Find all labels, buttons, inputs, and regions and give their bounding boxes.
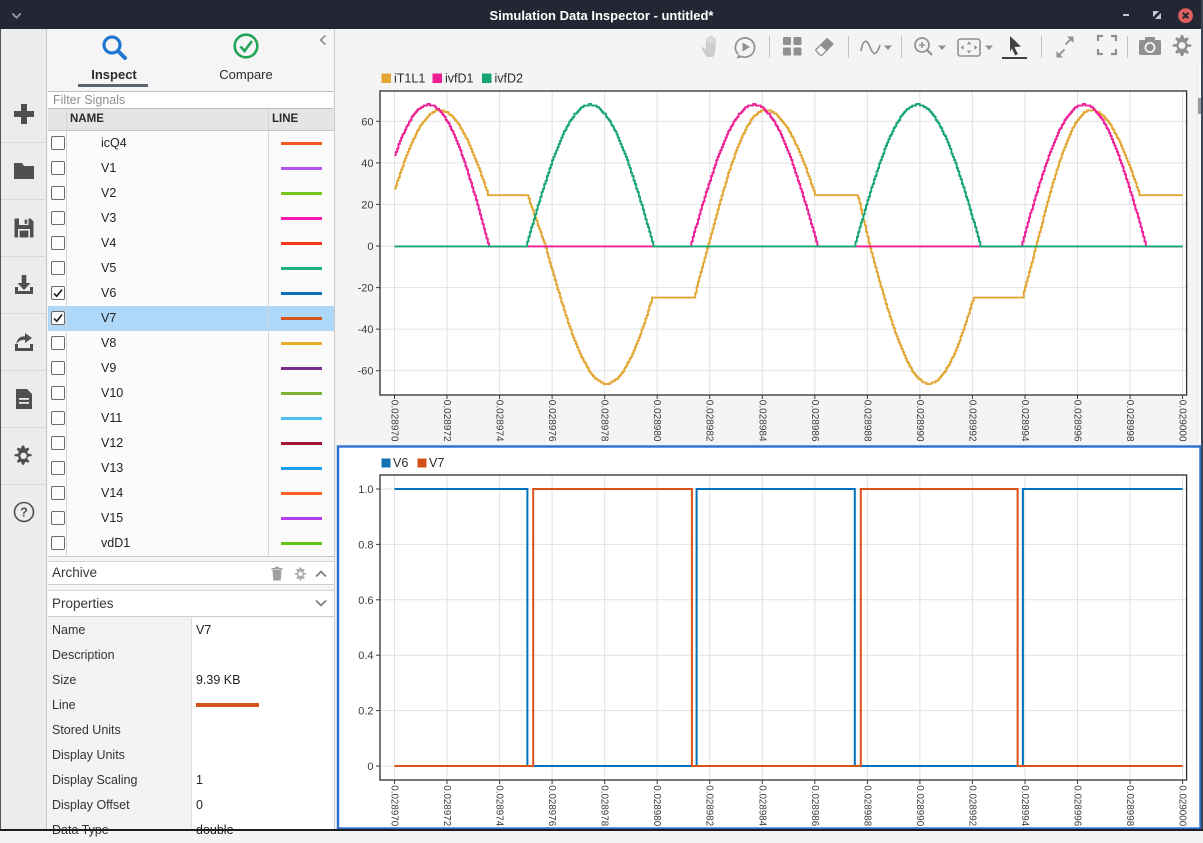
svg-text:0.028986: 0.028986: [809, 785, 820, 826]
svg-text:0.028972: 0.028972: [441, 785, 452, 826]
svg-text:0.028986: 0.028986: [809, 400, 820, 442]
svg-text:0.028994: 0.028994: [1019, 400, 1030, 442]
svg-text:0.028984: 0.028984: [756, 785, 767, 826]
svg-text:0: 0: [367, 761, 373, 773]
svg-text:1.0: 1.0: [358, 484, 373, 496]
svg-text:?: ?: [20, 505, 28, 519]
svg-text:0.029000: 0.029000: [1177, 400, 1188, 442]
svg-text:0.028996: 0.028996: [1072, 400, 1083, 442]
svg-text:0.028982: 0.028982: [704, 785, 715, 826]
svg-text:0.2: 0.2: [358, 706, 373, 718]
svg-text:0.028970: 0.028970: [389, 785, 400, 826]
svg-text:0.6: 0.6: [358, 595, 373, 607]
svg-text:ivfD2: ivfD2: [495, 72, 524, 86]
svg-text:0.028972: 0.028972: [441, 400, 452, 442]
svg-text:0.028992: 0.028992: [966, 400, 977, 442]
svg-text:0.028976: 0.028976: [546, 785, 557, 826]
svg-text:20: 20: [361, 199, 373, 211]
svg-text:0.028988: 0.028988: [861, 785, 872, 826]
svg-text:0.028978: 0.028978: [599, 785, 610, 826]
svg-text:0.028974: 0.028974: [494, 785, 505, 826]
svg-text:V6: V6: [393, 456, 408, 470]
svg-text:0.028998: 0.028998: [1124, 785, 1135, 826]
svg-text:0.029000: 0.029000: [1177, 785, 1188, 826]
svg-text:0.028992: 0.028992: [966, 785, 977, 826]
svg-text:-20: -20: [358, 283, 374, 295]
svg-text:0.028990: 0.028990: [914, 785, 925, 826]
svg-text:0.028996: 0.028996: [1072, 785, 1083, 826]
svg-text:0.028998: 0.028998: [1124, 400, 1135, 442]
svg-text:0.028976: 0.028976: [546, 400, 557, 442]
svg-text:0.8: 0.8: [358, 539, 373, 551]
svg-text:-40: -40: [358, 324, 374, 336]
svg-text:60: 60: [361, 116, 373, 128]
svg-text:0.028978: 0.028978: [599, 400, 610, 442]
svg-text:0.028980: 0.028980: [651, 400, 662, 442]
svg-text:0.028994: 0.028994: [1019, 785, 1030, 826]
svg-text:0: 0: [367, 241, 373, 253]
svg-text:0.028974: 0.028974: [494, 400, 505, 442]
svg-text:0.028982: 0.028982: [704, 400, 715, 442]
svg-text:0.028984: 0.028984: [756, 400, 767, 442]
svg-text:-60: -60: [358, 366, 374, 378]
svg-text:40: 40: [361, 158, 373, 170]
svg-text:0.028980: 0.028980: [651, 785, 662, 826]
svg-text:iT1L1: iT1L1: [394, 72, 425, 86]
svg-text:0.028970: 0.028970: [389, 400, 400, 442]
svg-text:ivfD1: ivfD1: [445, 72, 474, 86]
svg-text:0.028990: 0.028990: [914, 400, 925, 442]
svg-text:V7: V7: [429, 456, 444, 470]
svg-text:0.028988: 0.028988: [861, 400, 872, 442]
svg-text:0.4: 0.4: [358, 650, 373, 662]
